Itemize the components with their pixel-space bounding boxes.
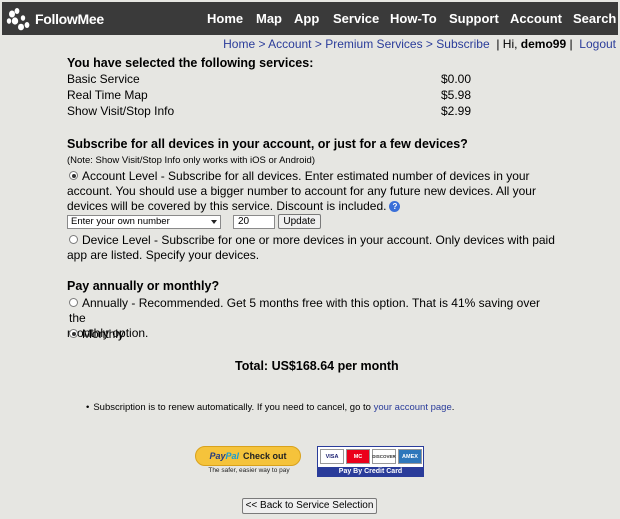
annual-text: monthly option.	[67, 326, 149, 340]
visa-icon: VISA	[320, 449, 344, 464]
nav-search[interactable]: Search	[573, 11, 616, 26]
renew-end: .	[451, 402, 455, 413]
renew-text: Subscription is to renew automatically. …	[93, 402, 371, 413]
device-level-text: app are listed. Specify your devices.	[67, 248, 260, 262]
devices-note: (Note: Show Visit/Stop Info only works w…	[67, 155, 315, 166]
breadcrumb-account[interactable]: Account	[268, 37, 311, 51]
bullet: •	[86, 402, 90, 413]
breadcrumb-subscribe[interactable]: Subscribe	[436, 37, 489, 51]
logo[interactable]: FollowMee	[6, 6, 104, 31]
account-page-link[interactable]: your account page	[374, 402, 452, 413]
account-level-radio[interactable]	[69, 171, 78, 180]
breadcrumb-separator: >	[258, 37, 266, 51]
service-price: $2.99	[441, 104, 472, 118]
username: demo99	[520, 37, 567, 51]
account-level-text: account. You should use a bigger number …	[67, 184, 536, 198]
device-level-text: Device Level - Subscribe for one or more…	[82, 233, 555, 247]
info-icon[interactable]: ?	[389, 201, 401, 212]
breadcrumb-premium-services[interactable]: Premium Services	[325, 37, 422, 51]
billing-heading: Pay annually or monthly?	[67, 279, 220, 293]
nav-how-to[interactable]: How-To	[390, 11, 437, 26]
account-level-text: Account Level - Subscribe for all device…	[82, 169, 530, 183]
renew-note: • Subscription is to renew automatically.…	[86, 402, 454, 413]
update-button[interactable]: Update	[278, 214, 321, 229]
top-navigation-bar: FollowMee Home Map App Service How-To Su…	[2, 2, 618, 35]
service-name: Real Time Map	[67, 88, 148, 102]
breadcrumb-divider: |	[569, 37, 573, 51]
nav-service[interactable]: Service	[333, 11, 379, 26]
paypal-pal-text: Pal	[225, 451, 239, 461]
nav-app[interactable]: App	[294, 11, 319, 26]
discover-icon: DISCOVER	[372, 449, 396, 464]
account-level-text: devices will be covered by this service.…	[67, 199, 387, 213]
amex-icon: AMEX	[398, 449, 422, 464]
device-count-input[interactable]: 20	[233, 215, 275, 229]
service-price: $0.00	[441, 72, 472, 86]
paw-prints-icon	[6, 7, 30, 30]
device-count-select-value: Enter your own number	[71, 216, 170, 227]
device-level-option[interactable]: Device Level - Subscribe for one or more…	[67, 233, 559, 263]
mastercard-icon: MC	[346, 449, 370, 464]
device-level-radio[interactable]	[69, 235, 78, 244]
annual-radio[interactable]	[69, 298, 78, 307]
nav-map[interactable]: Map	[256, 11, 282, 26]
service-price: $5.98	[441, 88, 472, 102]
service-name: Basic Service	[67, 72, 140, 86]
greeting: | Hi,	[496, 37, 518, 51]
back-to-service-selection-button[interactable]: << Back to Service Selection	[242, 498, 377, 514]
paypal-logo-icon: Pay Pal	[209, 451, 243, 461]
nav-account[interactable]: Account	[510, 11, 562, 26]
selected-services-heading: You have selected the following services…	[67, 56, 314, 70]
chevron-down-icon	[211, 220, 217, 224]
monthly-option[interactable]: Monthly	[69, 327, 124, 342]
annual-option[interactable]: Annually - Recommended. Get 5 months fre…	[67, 296, 559, 341]
paypal-checkout-text: Check out	[243, 451, 287, 461]
monthly-radio[interactable]	[69, 329, 78, 338]
credit-card-label: Pay By Credit Card	[318, 467, 423, 477]
devices-heading: Subscribe for all devices in your accoun…	[67, 137, 468, 151]
total-amount: Total: US$168.64 per month	[235, 359, 399, 373]
breadcrumb-separator: >	[425, 37, 433, 51]
paypal-tagline: The safer, easier way to pay	[208, 467, 290, 474]
nav-support[interactable]: Support	[449, 11, 499, 26]
pay-by-credit-card-button[interactable]: VISA MC DISCOVER AMEX Pay By Credit Card	[317, 446, 424, 477]
paypal-pay-text: Pay	[209, 451, 226, 461]
account-level-option[interactable]: Account Level - Subscribe for all device…	[67, 169, 559, 214]
monthly-label: Monthly	[82, 327, 125, 341]
breadcrumb-separator: >	[314, 37, 322, 51]
device-count-select[interactable]: Enter your own number	[67, 215, 221, 229]
breadcrumb-home[interactable]: Home	[223, 37, 255, 51]
breadcrumb: Home > Account > Premium Services > Subs…	[223, 37, 616, 51]
logout-link[interactable]: Logout	[579, 37, 616, 51]
nav-home[interactable]: Home	[207, 11, 243, 26]
service-name: Show Visit/Stop Info	[67, 104, 175, 118]
annual-text: Annually - Recommended. Get 5 months fre…	[69, 296, 541, 325]
logo-text: FollowMee	[35, 10, 104, 27]
paypal-checkout-button[interactable]: Pay Pal Check out	[195, 446, 301, 466]
